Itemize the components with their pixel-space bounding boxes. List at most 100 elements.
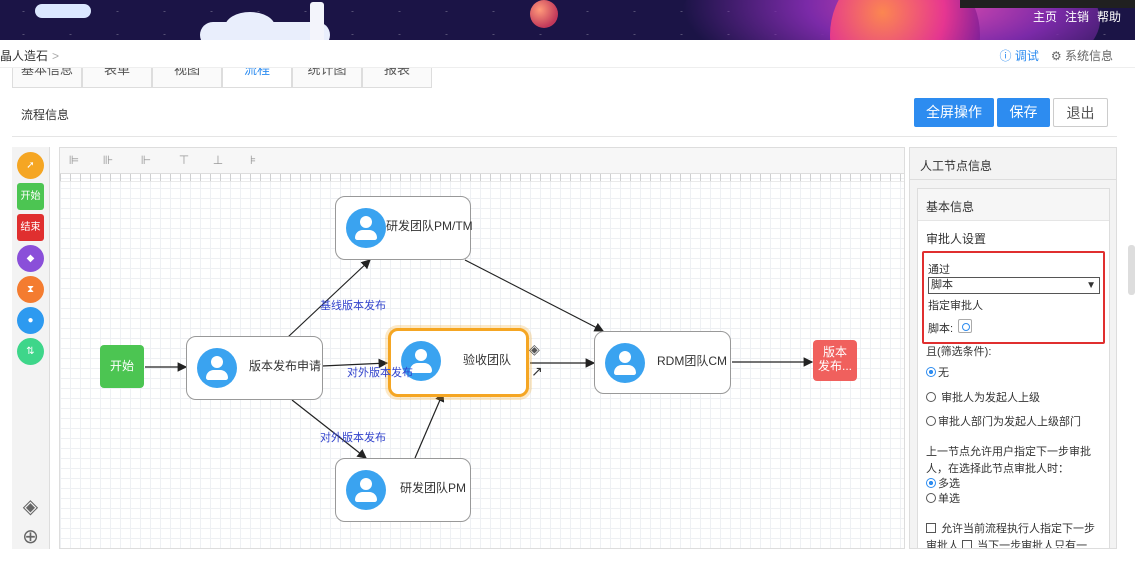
debug-link[interactable]: ⓘ 调试 <box>1000 47 1039 64</box>
radio-single-label: 单选 <box>938 493 960 505</box>
system-info-link[interactable]: ⚙ 系统信息 <box>1051 47 1113 64</box>
user-icon <box>605 343 645 383</box>
banner-cloud <box>225 12 275 40</box>
node-label: 研发团队PM/TM <box>386 219 473 233</box>
subprocess-tool-icon[interactable]: ⇅ <box>17 338 44 365</box>
breadcrumb-bar: 晶人造石 > ⓘ 调试 ⚙ 系统信息 <box>0 40 1135 68</box>
breadcrumb-current[interactable]: 晶人造石 <box>0 49 48 63</box>
tab-form[interactable]: 表单 <box>82 68 152 88</box>
node-properties-panel: 人工节点信息 基本信息 审批人设置 通过 脚本 ▼ 指定审批人 脚本: 且(筛选条… <box>909 147 1117 549</box>
node-palette: ➚ 开始 结束 ◆ ⧗ ● ⇅ ◈ ⊕ <box>12 147 50 549</box>
node-dev-pm[interactable]: 研发团队PM <box>335 458 471 522</box>
allow-assign-label: 允许当前流程执行人指定下一步 <box>941 523 1096 535</box>
tab-flow[interactable]: 流程 <box>222 68 292 88</box>
tab-basic-info[interactable]: 基本信息 <box>12 68 82 88</box>
radio-dept-label: 审批人部门为发起人上级部门 <box>938 416 1081 428</box>
node-label: 验收团队 <box>463 353 512 367</box>
approver-type-select[interactable]: 脚本 ▼ <box>928 277 1100 294</box>
radio-none-label: 无 <box>938 367 949 379</box>
radio-multi[interactable]: 多选 <box>926 475 960 491</box>
edge-label-external[interactable]: 对外版本发布 <box>347 364 413 380</box>
script-tool-icon[interactable]: ⧗ <box>17 276 44 303</box>
edge-pm-accept <box>414 391 445 459</box>
prev-node-text: 上一节点允许用户指定下一步审批 <box>926 446 1091 458</box>
pass-label: 通过 <box>928 264 950 276</box>
approver-settings-section[interactable]: 审批人设置 <box>918 221 1109 253</box>
save-button[interactable]: 保存 <box>997 98 1050 127</box>
panel-title: 人工节点信息 <box>910 148 1116 180</box>
section-title: 流程信息 <box>21 108 70 122</box>
node-rdm-cm[interactable]: RDM团队CM <box>594 331 731 394</box>
node-label: 版本发布申请 <box>249 359 322 373</box>
flow-end-node[interactable]: 版本发布... <box>813 340 857 381</box>
flow-start-node[interactable]: 开始 <box>100 345 144 388</box>
system-info-label: 系统信息 <box>1064 49 1113 63</box>
module-tabs: 基本信息 表单 视图 流程 统计图 报表 <box>12 68 432 88</box>
window-edge <box>960 0 1135 8</box>
node-label: RDM团队CM <box>657 354 727 368</box>
edge-label-external[interactable]: 对外版本发布 <box>320 429 386 445</box>
help-link[interactable]: 帮助 <box>1097 8 1121 25</box>
user-icon <box>346 208 386 248</box>
banner-lighthouse <box>310 2 324 40</box>
node-dev-pmtm[interactable]: 研发团队PM/TM <box>335 196 473 260</box>
basic-info-section[interactable]: 基本信息 <box>918 189 1109 221</box>
only-one-checkbox[interactable] <box>962 540 973 548</box>
banner-moon <box>530 0 558 28</box>
debug-label: 调试 <box>1014 49 1039 63</box>
node-acceptance-team[interactable]: 验收团队 <box>388 328 529 397</box>
palette-start[interactable]: 开始 <box>17 183 44 210</box>
edge-label-baseline[interactable]: 基线版本发布 <box>320 297 386 313</box>
radio-icon <box>926 392 936 402</box>
node-label: 研发团队PM <box>400 481 467 495</box>
select-value: 脚本 <box>931 279 953 291</box>
chevron-down-icon: ▼ <box>1086 280 1096 291</box>
approver-highlight-box: 通过 脚本 ▼ 指定审批人 脚本: <box>922 251 1105 344</box>
pointer-tool-icon[interactable]: ➚ <box>17 152 44 179</box>
zoom-in-icon[interactable]: ⊕ <box>17 524 44 551</box>
fullscreen-button[interactable]: 全屏操作 <box>914 98 994 127</box>
assign-approver-label: 指定审批人 <box>928 300 983 312</box>
eraser-handle-icon[interactable]: ◈ <box>529 341 540 358</box>
radio-dept[interactable]: 审批人部门为发起人上级部门 <box>926 413 1081 429</box>
node-version-apply[interactable]: 版本发布申请 <box>186 336 323 400</box>
gateway-tool-icon[interactable]: ◆ <box>17 245 44 272</box>
radio-superior-label: 审批人为发起人上级 <box>941 392 1041 404</box>
page-scrollbar[interactable] <box>1128 245 1135 295</box>
radio-multi-label: 多选 <box>938 478 960 490</box>
user-icon <box>197 348 237 388</box>
filter-label: 且(筛选条件): <box>926 346 992 358</box>
only-one-label: 当下一步审批人只有一 <box>977 540 1088 549</box>
radio-icon <box>926 478 936 488</box>
allow-assign-label: 审批人 <box>926 540 959 549</box>
flow-canvas[interactable]: ⊫ ⊪ ⊩ ⊤ ⊥ ⊧ 开始 版本发布申请 研发团队PM/TM 验收团队 ◈ ↗… <box>59 147 905 549</box>
radio-icon <box>926 367 936 377</box>
radio-none[interactable]: 无 <box>926 364 949 380</box>
tab-chart[interactable]: 统计图 <box>292 68 362 88</box>
palette-end[interactable]: 结束 <box>17 214 44 241</box>
connect-arrow-icon[interactable]: ↗ <box>531 363 543 380</box>
panel-body: 基本信息 审批人设置 通过 脚本 ▼ 指定审批人 脚本: 且(筛选条件): 无 审… <box>917 188 1110 549</box>
script-edit-icon[interactable] <box>958 319 972 333</box>
logout-link[interactable]: 注销 <box>1065 8 1089 25</box>
header-links: 主页 注销 帮助 <box>1033 8 1121 25</box>
home-link[interactable]: 主页 <box>1033 8 1057 25</box>
script-label: 脚本: <box>928 323 954 335</box>
top-banner: 主页 注销 帮助 <box>0 0 1135 40</box>
edge-pmtm-rdm <box>464 259 605 332</box>
radio-icon <box>926 416 936 426</box>
user-task-tool-icon[interactable]: ● <box>17 307 44 334</box>
eraser-icon[interactable]: ◈ <box>17 494 44 521</box>
chevron-right-icon: > <box>52 49 60 63</box>
user-icon <box>346 470 386 510</box>
checkbox-icon <box>926 523 936 533</box>
tab-view[interactable]: 视图 <box>152 68 222 88</box>
allow-assign-checkbox[interactable]: 允许当前流程执行人指定下一步 <box>926 520 1095 536</box>
radio-icon <box>926 493 936 503</box>
exit-button[interactable]: 退出 <box>1053 98 1108 127</box>
radio-superior[interactable]: 审批人为发起人上级 <box>926 389 1040 405</box>
gear-icon: ⚙ <box>1050 49 1062 63</box>
breadcrumb: 晶人造石 > <box>0 47 59 64</box>
tab-report[interactable]: 报表 <box>362 68 432 88</box>
radio-single[interactable]: 单选 <box>926 490 960 506</box>
